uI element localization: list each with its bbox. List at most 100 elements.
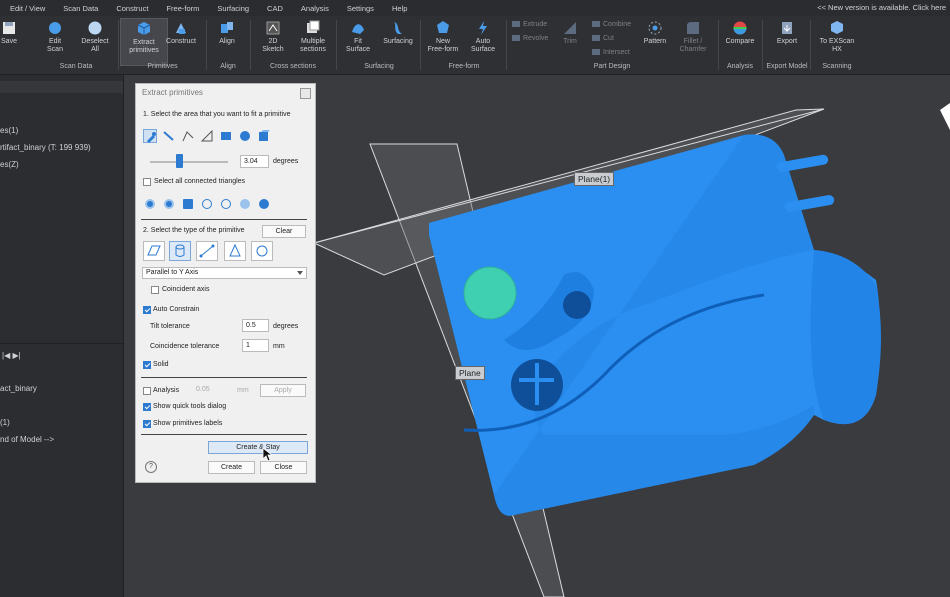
multiple-sections-button[interactable]: Multiple sections — [290, 18, 336, 64]
help-icon[interactable]: ? — [145, 461, 157, 473]
playback-controls[interactable]: |◀ ▶| — [2, 351, 21, 360]
degrees-unit: degrees — [273, 158, 299, 165]
show-primitive-labels-label: Show primitives labels — [153, 420, 223, 427]
angle-slider-track[interactable] — [150, 161, 228, 163]
panel-header — [0, 81, 123, 93]
menu-settings[interactable]: Settings — [338, 4, 383, 13]
rectangle-select-tool[interactable] — [219, 129, 233, 143]
cut-button[interactable]: Cut — [592, 35, 614, 42]
to-exscan-button[interactable]: To EXScan HX — [814, 18, 860, 64]
display-mode-icon[interactable] — [183, 199, 193, 209]
eye-icon[interactable] — [221, 199, 231, 209]
ribbon-toolbar: Save Edit Scan Deselect All Extract prim… — [0, 16, 950, 75]
menu-analysis[interactable]: Analysis — [292, 4, 338, 13]
box-select-tool[interactable] — [257, 129, 271, 143]
group-surfacing: Surfacing — [364, 63, 394, 70]
show-primitive-labels-checkbox[interactable] — [143, 420, 151, 428]
construct-button[interactable]: Construct — [158, 18, 204, 64]
deselect-all-button[interactable]: Deselect All — [72, 18, 118, 64]
revolve-button[interactable]: Revolve — [512, 35, 548, 42]
fillet-chamfer-button[interactable]: Fillet / Chamfer — [670, 18, 716, 64]
apply-button[interactable]: Apply — [260, 384, 306, 397]
auto-surface-icon — [479, 21, 487, 35]
model-tree-panel: es(1) rtifact_binary (T: 199 939) es(Z) … — [0, 75, 124, 597]
tilt-tolerance-unit: degrees — [273, 323, 299, 330]
rectangle-icon — [221, 132, 231, 140]
history-item[interactable]: (1) — [0, 418, 10, 427]
coincidence-tolerance-unit: mm — [273, 343, 285, 350]
display-mode-icon[interactable] — [259, 199, 269, 209]
sphere-primitive-button[interactable] — [251, 241, 273, 261]
trim-icon — [564, 22, 576, 34]
show-quick-tools-checkbox[interactable] — [143, 403, 151, 411]
history-item[interactable]: act_binary — [0, 384, 37, 393]
axis-constraint-select[interactable]: Parallel to Y Axis — [142, 267, 307, 279]
line-select-tool[interactable] — [162, 129, 176, 143]
update-notice[interactable]: << New version is available. Click here — [817, 3, 946, 12]
menu-cad[interactable]: CAD — [258, 4, 292, 13]
extrude-icon — [512, 21, 520, 28]
tree-item[interactable]: es(1) — [0, 126, 18, 135]
select-all-connected-checkbox[interactable] — [143, 178, 151, 186]
plane-primitive-button[interactable] — [143, 241, 165, 261]
dialog-close-button[interactable] — [300, 88, 311, 99]
brush-select-tool[interactable] — [143, 129, 157, 143]
group-part-design: Part Design — [593, 63, 631, 70]
angle-slider-thumb[interactable] — [176, 154, 183, 168]
display-mode-icon[interactable] — [164, 199, 174, 209]
polyline-select-tool[interactable] — [181, 129, 195, 143]
plane-1-label[interactable]: Plane(1) — [574, 172, 615, 186]
coincidence-tolerance-input[interactable]: 1 — [242, 339, 269, 352]
plane-label[interactable]: Plane — [455, 366, 485, 380]
menu-edit-view[interactable]: Edit / View — [0, 4, 54, 13]
align-button[interactable]: Align — [204, 18, 250, 64]
trim-button[interactable]: Trim — [547, 18, 593, 64]
end-of-model-marker[interactable]: nd of Model --> — [0, 435, 54, 444]
display-mode-icon[interactable] — [240, 199, 250, 209]
group-primitives: Primitives — [147, 63, 178, 70]
tree-item-artifact[interactable]: rtifact_binary (T: 199 939) — [0, 143, 91, 152]
create-and-stay-button[interactable]: Create & Stay — [208, 441, 308, 454]
menu-construct[interactable]: Construct — [107, 4, 157, 13]
hide-icon[interactable] — [202, 199, 212, 209]
export-button[interactable]: Export — [764, 18, 810, 64]
menu-help[interactable]: Help — [383, 4, 416, 13]
sketch-icon — [266, 21, 280, 35]
tilt-tolerance-input[interactable]: 0.5 — [242, 319, 269, 332]
menu-free-form[interactable]: Free-form — [157, 4, 208, 13]
intersect-button[interactable]: Intersect — [592, 49, 630, 56]
tree-item[interactable]: es(Z) — [0, 160, 19, 169]
coincident-axis-checkbox[interactable] — [151, 286, 159, 294]
angle-select-tool[interactable] — [200, 129, 214, 143]
line-icon — [199, 244, 215, 258]
solid-checkbox[interactable] — [143, 361, 151, 369]
extrude-button[interactable]: Extrude — [512, 21, 547, 28]
tilt-tolerance-label: Tilt tolerance — [150, 323, 190, 330]
analysis-label: Analysis — [153, 387, 180, 394]
save-button[interactable]: Save — [0, 18, 32, 64]
combine-button[interactable]: Combine — [592, 21, 631, 28]
create-button[interactable]: Create — [208, 461, 255, 474]
align-icon — [221, 22, 233, 33]
auto-constrain-checkbox[interactable] — [143, 306, 151, 314]
angle-icon — [200, 129, 213, 142]
group-scanning: Scanning — [822, 63, 852, 70]
menu-surfacing[interactable]: Surfacing — [208, 4, 258, 13]
clear-button[interactable]: Clear — [262, 225, 306, 238]
compare-button[interactable]: Compare — [717, 18, 763, 64]
display-mode-icon[interactable] — [145, 199, 155, 209]
line-primitive-button[interactable] — [196, 241, 218, 261]
circle-select-tool[interactable] — [238, 129, 252, 143]
step1-label: 1. Select the area that you want to fit … — [143, 111, 291, 118]
surfacing-button[interactable]: Surfacing — [375, 18, 421, 64]
cone-primitive-button[interactable] — [224, 241, 246, 261]
brush-icon — [147, 132, 156, 143]
degrees-input[interactable]: 3.04 — [240, 155, 269, 168]
menu-scan-data[interactable]: Scan Data — [54, 4, 107, 13]
close-button[interactable]: Close — [260, 461, 307, 474]
cylinder-icon — [175, 244, 185, 257]
cylinder-primitive-button[interactable] — [169, 241, 191, 261]
select-all-connected-label: Select all connected triangles — [154, 178, 246, 185]
analysis-checkbox[interactable] — [143, 387, 151, 395]
auto-surface-button[interactable]: Auto Surface — [460, 18, 506, 64]
